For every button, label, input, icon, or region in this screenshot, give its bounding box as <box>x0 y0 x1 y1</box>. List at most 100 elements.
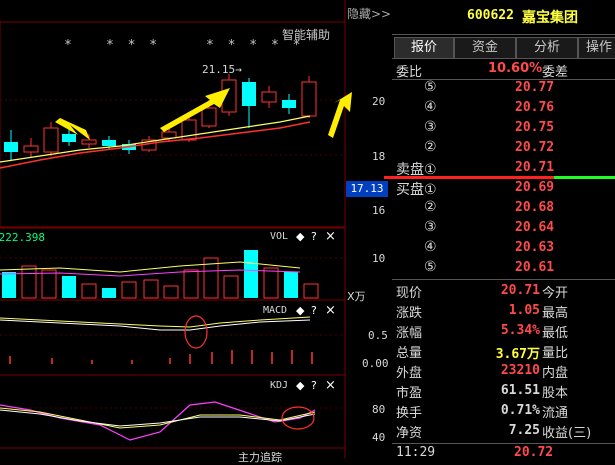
stat-label: 市盈 <box>396 386 423 401</box>
stat-row: 涨幅 5.34% 最低 <box>392 321 615 341</box>
volume-bar[interactable] <box>143 279 159 299</box>
buy-order-price: 20.61 <box>515 260 555 275</box>
sell-order-level-marker: ② <box>424 139 437 155</box>
candle-body[interactable] <box>23 145 39 153</box>
high-price-annotation: 21.15→ <box>202 63 242 76</box>
hide-toggle[interactable]: 隐藏>> <box>347 5 391 22</box>
bottom-indicator-label[interactable]: 主力追踪 <box>238 449 282 465</box>
volume-bar[interactable] <box>41 269 57 299</box>
volume-bars <box>2 250 319 299</box>
volume-bar[interactable] <box>244 250 258 298</box>
stat-value: 23210 <box>500 363 540 378</box>
volume-bar[interactable] <box>81 283 97 299</box>
vol-value: 3222.398 <box>0 231 45 244</box>
quote-header: 600622 嘉宝集团 <box>392 0 615 35</box>
candle-body[interactable] <box>261 91 277 103</box>
stock-name: 嘉宝集团 <box>522 10 578 26</box>
candle-body[interactable] <box>201 107 217 127</box>
vol-help-icon[interactable]: ? <box>311 230 317 243</box>
stat-label-2: 最高 <box>542 306 569 321</box>
stat-label: 净资 <box>396 426 423 441</box>
buy-order-row[interactable]: ⑤ 20.61 <box>392 258 615 278</box>
volume-bar[interactable] <box>163 285 179 299</box>
kdj-d-line <box>0 407 316 429</box>
tab-operation[interactable]: 操作 <box>578 37 615 58</box>
stat-row: 市盈 61.51 股本 <box>392 381 615 401</box>
candle-body[interactable] <box>161 131 177 139</box>
kdj-panel-icon[interactable]: ◆ <box>296 379 304 392</box>
stat-label-2: 流通 <box>542 406 569 421</box>
current-price-tag: 17.13 <box>346 181 388 197</box>
volume-bar[interactable] <box>223 275 239 299</box>
quote-panel: 600622 嘉宝集团 报价 资金 分析 操作 委比 10.60% 委差 ⑤ 20… <box>384 0 615 460</box>
macd-dif-line <box>0 319 311 331</box>
macd-cross-circle <box>184 315 208 349</box>
stat-value: 3.67万 <box>495 347 540 362</box>
stat-label-2: 内盘 <box>542 366 569 381</box>
candle-body[interactable] <box>301 81 317 117</box>
candle-body[interactable] <box>4 142 18 152</box>
weibi-row: 委比 10.60% 委差 <box>392 58 615 80</box>
volume-bar[interactable] <box>284 272 298 298</box>
stat-value: 1.05 <box>508 303 540 318</box>
volume-bar[interactable] <box>121 281 137 299</box>
stat-value: 61.51 <box>500 383 540 398</box>
stat-label: 现价 <box>396 286 423 301</box>
volume-bar[interactable] <box>62 276 76 298</box>
buy-order-level-marker: ② <box>424 199 437 215</box>
buy-order-price: 20.63 <box>515 240 555 255</box>
stat-row: 净资 7.25 收益(三) <box>392 421 615 441</box>
kdj-close-icon[interactable]: × <box>325 378 336 393</box>
stock-code: 600622 <box>467 8 514 23</box>
volume-bar[interactable] <box>263 267 279 299</box>
macd-help-icon[interactable]: ? <box>311 304 317 317</box>
buy-order-level-marker: ⑤ <box>424 259 437 275</box>
sell-order-row[interactable]: ② 20.72 <box>392 138 615 158</box>
vol-panel-icon[interactable]: ◆ <box>296 230 304 243</box>
sell-order-row[interactable]: 卖盘① 20.71 <box>392 158 615 178</box>
sell-order-price: 20.71 <box>515 160 555 175</box>
volume-bar[interactable] <box>102 288 116 298</box>
volume-bar[interactable] <box>183 269 199 299</box>
stat-value: 20.71 <box>500 283 540 298</box>
sell-order-row[interactable]: ④ 20.76 <box>392 98 615 118</box>
candle-body[interactable] <box>43 127 59 153</box>
sell-order-price: 20.72 <box>515 140 555 155</box>
stat-label: 外盘 <box>396 366 423 381</box>
candle-body[interactable] <box>81 139 97 145</box>
stat-label-2: 量比 <box>542 346 569 361</box>
sell-order-level-marker: ⑤ <box>424 79 437 95</box>
buy-order-row[interactable]: ③ 20.64 <box>392 218 615 238</box>
buy-order-level-marker: 买盘① <box>396 182 437 198</box>
sell-order-row[interactable]: ⑤ 20.77 <box>392 78 615 98</box>
stat-value: 5.34% <box>500 323 540 338</box>
macd-close-icon[interactable]: × <box>325 303 336 318</box>
volume-bar[interactable] <box>2 272 16 298</box>
buy-order-price: 20.68 <box>515 200 555 215</box>
volume-bar[interactable] <box>21 265 37 299</box>
sell-order-row[interactable]: ③ 20.75 <box>392 118 615 138</box>
stat-row: 涨跌 1.05 最高 <box>392 301 615 321</box>
vol-close-icon[interactable]: × <box>325 229 336 244</box>
candle-body[interactable] <box>242 82 256 106</box>
tab-quote[interactable]: 报价 <box>394 37 454 58</box>
buy-order-row[interactable]: ② 20.68 <box>392 198 615 218</box>
candle-body[interactable] <box>102 140 116 146</box>
tab-analysis[interactable]: 分析 <box>516 37 578 58</box>
macd-tick-05: 0.5 <box>368 329 388 342</box>
sell-order-level-marker: ③ <box>424 119 437 135</box>
buy-order-row[interactable]: ④ 20.63 <box>392 238 615 258</box>
macd-panel-icon[interactable]: ◆ <box>296 304 304 317</box>
macd-histogram <box>9 350 313 364</box>
volume-bar[interactable] <box>303 283 319 299</box>
stats-divider <box>392 279 615 280</box>
candle-body[interactable] <box>181 119 197 141</box>
candle-body[interactable] <box>282 100 296 108</box>
signal-stars-2: * * * <box>106 38 158 53</box>
candle-body[interactable] <box>62 134 76 142</box>
vol-label: VOL <box>270 231 289 242</box>
kdj-help-icon[interactable]: ? <box>311 379 317 392</box>
tab-funds[interactable]: 资金 <box>454 37 516 58</box>
buy-order-row[interactable]: 买盘① 20.69 <box>392 178 615 198</box>
tab-quote-label: 报价 <box>410 40 437 55</box>
